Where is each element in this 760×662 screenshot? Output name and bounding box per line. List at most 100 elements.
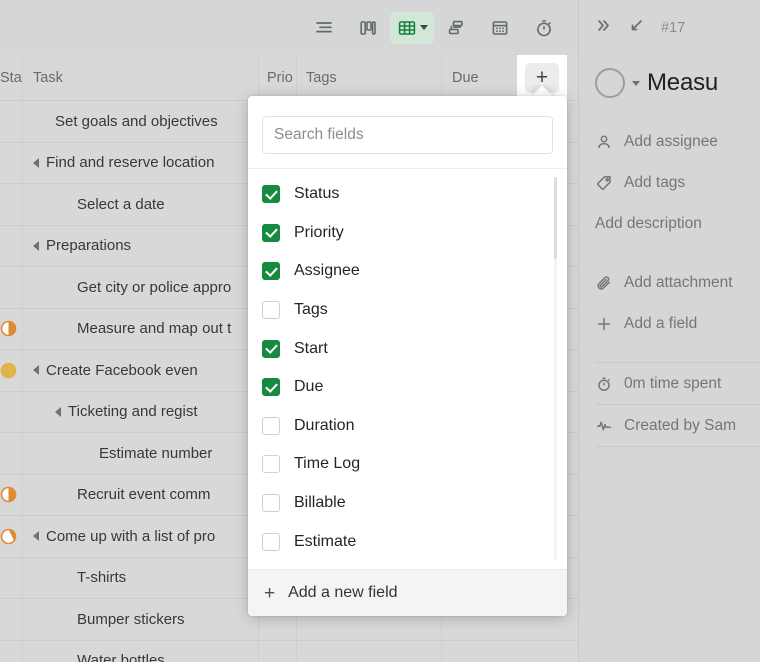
field-checkbox[interactable] [262, 378, 280, 397]
row-status-cell[interactable] [0, 184, 22, 226]
field-checkbox[interactable] [262, 494, 280, 513]
column-header-tags[interactable]: Tags [296, 55, 441, 100]
row-status-cell[interactable] [0, 225, 22, 267]
collapse-twisty-icon[interactable] [55, 406, 61, 417]
table-header-row: Stat Task Prio Tags Due + [0, 55, 578, 100]
row-status-cell[interactable] [0, 516, 22, 558]
field-checkbox[interactable] [262, 339, 280, 358]
row-task-cell[interactable]: Recruit event comm [22, 474, 258, 516]
row-status-cell[interactable] [0, 101, 22, 143]
row-task-cell[interactable]: Come up with a list of pro [22, 515, 258, 557]
field-checkbox[interactable] [262, 455, 280, 474]
time-spent-row[interactable]: 0m time spent [595, 363, 760, 404]
column-header-due[interactable]: Due [441, 55, 519, 100]
collapse-twisty-icon[interactable] [33, 157, 39, 168]
search-input[interactable] [262, 116, 553, 154]
collapse-twisty-icon[interactable] [33, 531, 39, 542]
status-icon[interactable] [0, 279, 17, 296]
column-header-priority[interactable]: Prio [258, 55, 296, 100]
status-icon[interactable] [0, 320, 17, 337]
chevron-down-icon[interactable] [419, 25, 428, 30]
row-task-cell[interactable]: Create Facebook even [22, 349, 258, 391]
row-status-cell[interactable] [0, 599, 22, 641]
row-status-cell[interactable] [0, 308, 22, 350]
collapse-twisty-icon[interactable] [33, 240, 39, 251]
status-icon[interactable] [0, 362, 17, 379]
status-chevron-down-icon[interactable] [632, 80, 640, 86]
field-option[interactable]: Due [248, 368, 567, 407]
status-icon[interactable] [0, 528, 17, 545]
row-status-cell[interactable] [0, 142, 22, 184]
task-status-circle[interactable] [595, 68, 625, 98]
field-option[interactable]: Billable [248, 484, 567, 523]
field-checkbox[interactable] [262, 262, 280, 281]
row-priority-cell[interactable] [258, 640, 296, 662]
add-a-field-button[interactable]: Add a field [595, 303, 760, 344]
field-option[interactable]: Time Log [248, 445, 567, 484]
field-option[interactable]: Estimate [248, 522, 567, 561]
row-task-cell[interactable]: Ticketing and regist [22, 391, 258, 433]
add-description-button[interactable]: Add description [595, 203, 760, 244]
status-icon[interactable] [0, 237, 17, 254]
row-task-cell[interactable]: Select a date [22, 183, 258, 225]
add-new-field-button[interactable]: + Add a new field [248, 569, 567, 616]
created-by-row[interactable]: Created by Sam [595, 405, 760, 446]
gantt-view-icon[interactable] [434, 12, 478, 44]
column-header-status[interactable]: Stat [0, 55, 22, 100]
row-task-cell[interactable]: Water bottles [22, 640, 258, 662]
add-attachment-label: Add attachment [624, 273, 733, 291]
status-icon[interactable] [0, 569, 17, 586]
field-option[interactable]: Assignee [248, 252, 567, 291]
row-task-cell[interactable]: Measure and map out t [22, 308, 258, 350]
field-checkbox[interactable] [262, 301, 280, 320]
row-task-cell[interactable]: T-shirts [22, 557, 258, 599]
add-tags-button[interactable]: Add tags [595, 162, 760, 203]
row-task-cell[interactable]: Estimate number [22, 432, 258, 474]
status-icon[interactable] [0, 403, 17, 420]
status-icon[interactable] [0, 154, 17, 171]
field-option[interactable]: Status [248, 175, 567, 214]
table-row[interactable]: Water bottles [0, 639, 578, 662]
field-option[interactable]: Tags [248, 291, 567, 330]
status-icon[interactable] [0, 445, 17, 462]
status-icon[interactable] [0, 113, 17, 130]
field-list[interactable]: Status Priority Assignee Tags Start Due Durati… [248, 169, 567, 569]
row-status-cell[interactable] [0, 433, 22, 475]
table-view-icon[interactable] [390, 11, 434, 44]
column-header-task[interactable]: Task [22, 55, 258, 100]
status-icon[interactable] [0, 196, 17, 213]
row-task-cell[interactable]: Preparations [22, 225, 258, 267]
row-status-cell[interactable] [0, 350, 22, 392]
field-option[interactable]: Start [248, 329, 567, 368]
field-option[interactable]: Duration [248, 407, 567, 446]
row-due-cell[interactable] [441, 640, 519, 662]
row-task-cell[interactable]: Bumper stickers [22, 598, 258, 640]
row-status-cell[interactable] [0, 391, 22, 433]
row-task-cell[interactable]: Get city or police appro [22, 266, 258, 308]
field-checkbox[interactable] [262, 532, 280, 551]
field-checkbox[interactable] [262, 223, 280, 242]
status-icon[interactable] [0, 652, 17, 662]
board-view-icon[interactable] [346, 12, 390, 44]
add-attachment-button[interactable]: Add attachment [595, 262, 760, 303]
status-icon[interactable] [0, 611, 17, 628]
collapse-panel-icon[interactable] [595, 17, 612, 39]
popup-scrollbar[interactable] [554, 177, 557, 561]
expand-panel-icon[interactable] [628, 17, 645, 39]
row-status-cell[interactable] [0, 267, 22, 309]
row-task-cell[interactable]: Set goals and objectives [22, 100, 258, 142]
list-view-icon[interactable] [302, 12, 346, 44]
field-checkbox[interactable] [262, 185, 280, 204]
timer-icon[interactable] [522, 12, 566, 44]
field-checkbox[interactable] [262, 416, 280, 435]
row-task-cell[interactable]: Find and reserve location [22, 142, 258, 184]
row-tags-cell[interactable] [296, 640, 441, 662]
row-status-cell[interactable] [0, 640, 22, 662]
row-status-cell[interactable] [0, 474, 22, 516]
collapse-twisty-icon[interactable] [33, 365, 39, 376]
field-option[interactable]: Priority [248, 214, 567, 253]
calendar-view-icon[interactable] [478, 12, 522, 44]
status-icon[interactable] [0, 486, 17, 503]
add-assignee-button[interactable]: Add assignee [595, 121, 760, 162]
row-status-cell[interactable] [0, 557, 22, 599]
